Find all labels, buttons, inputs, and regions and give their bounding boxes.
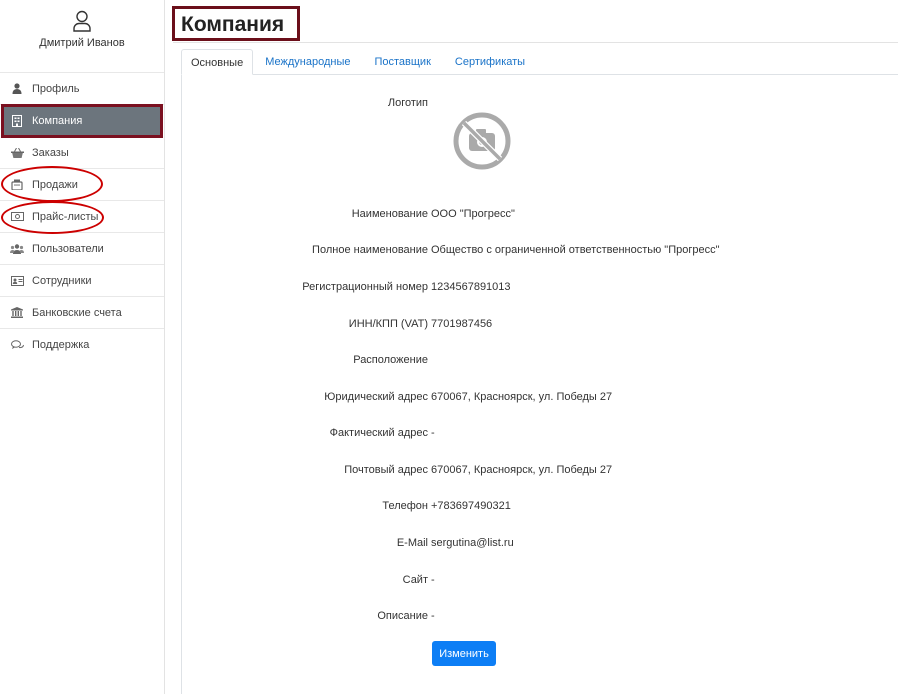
field-label: E-Mail: [396, 537, 428, 549]
field-value: ООО "Прогресс": [431, 208, 515, 220]
sidebar-item-users[interactable]: Пользователи: [0, 233, 164, 265]
sidebar-item-price-lists[interactable]: Прайс-листы: [0, 201, 164, 234]
tab-general[interactable]: Основные: [181, 49, 254, 75]
tab-international[interactable]: Международные: [253, 49, 362, 75]
field-label: Сайт: [402, 574, 428, 586]
sidebar-item-label: Заказы: [32, 146, 69, 159]
field-logo: Логотип: [182, 97, 898, 113]
user-name: Дмитрий Иванов: [39, 37, 125, 49]
field-label: ИНН/КПП (VAT): [348, 318, 428, 330]
sidebar-item-label: Профиль: [32, 82, 80, 95]
page-title: Компания: [172, 6, 300, 41]
field-value: +783697490321: [431, 500, 511, 512]
field-value: -: [431, 427, 435, 439]
field-label: Телефон: [382, 500, 428, 512]
sidebar-item-label: Продажи: [32, 178, 78, 191]
field-label: Полное наименование: [312, 244, 428, 256]
field-inn: ИНН/КПП (VAT) 7701987456: [182, 318, 898, 334]
tab-certificates[interactable]: Сертификаты: [443, 49, 537, 75]
sidebar: Дмитрий Иванов Профиль Компания Заказы П…: [0, 0, 165, 694]
tab-panel: Логотип Наименование ООО "Прогресс" Полн…: [181, 74, 898, 694]
divider: [173, 42, 898, 43]
field-value: -: [431, 574, 435, 586]
field-value: Общество с ограниченной ответственностью…: [431, 244, 720, 256]
field-phone: Телефон +783697490321: [182, 500, 898, 516]
sidebar-item-support[interactable]: Поддержка: [0, 329, 164, 361]
field-name: Наименование ООО "Прогресс": [182, 208, 898, 224]
edit-button[interactable]: Изменить: [432, 641, 496, 666]
id-card-icon: [10, 275, 24, 287]
bank-icon: [10, 307, 24, 319]
sidebar-item-label: Поддержка: [32, 339, 90, 351]
main-content: Компания Основные Международные Поставщи…: [165, 0, 898, 694]
field-email: E-Mail sergutina@list.ru: [182, 537, 898, 553]
sidebar-menu: Профиль Компания Заказы Продажи Прайс-ли…: [0, 73, 164, 361]
sidebar-item-label: Пользователи: [32, 242, 104, 255]
field-value: 7701987456: [431, 318, 493, 330]
field-actual-address: Фактический адрес -: [182, 427, 898, 443]
no-photo-icon: [453, 112, 511, 170]
sidebar-item-label: Банковские счета: [32, 306, 122, 319]
tab-supplier[interactable]: Поставщик: [362, 49, 442, 75]
user-block: Дмитрий Иванов: [0, 10, 164, 73]
field-postal-address: Почтовый адрес 670067, Красноярск, ул. П…: [182, 464, 898, 480]
sidebar-item-profile[interactable]: Профиль: [0, 73, 164, 105]
field-value: sergutina@list.ru: [431, 537, 514, 549]
field-value: 1234567891013: [431, 281, 511, 293]
basket-icon: [10, 147, 24, 159]
field-label: Логотип: [387, 97, 428, 109]
user-icon: [73, 10, 91, 32]
sidebar-item-label: Прайс-листы: [32, 210, 99, 223]
building-icon: [10, 114, 24, 127]
field-location: Расположение: [182, 354, 898, 370]
field-label: Регистрационный номер: [302, 281, 428, 293]
cash-register-icon: [10, 179, 24, 191]
field-value: 670067, Красноярск, ул. Победы 27: [431, 391, 613, 403]
field-label: Описание: [377, 610, 428, 622]
field-label: Фактический адрес: [329, 427, 428, 439]
field-reg-number: Регистрационный номер 1234567891013: [182, 281, 898, 297]
field-full-name: Полное наименование Общество с ограничен…: [182, 244, 898, 260]
field-description: Описание -: [182, 610, 898, 626]
sidebar-item-label: Компания: [32, 114, 83, 127]
field-label: Почтовый адрес: [344, 464, 428, 476]
field-value: -: [431, 610, 435, 622]
comments-icon: [10, 339, 24, 351]
sidebar-item-bank-accounts[interactable]: Банковские счета: [0, 297, 164, 329]
sidebar-item-orders[interactable]: Заказы: [0, 137, 164, 169]
field-label: Наименование: [351, 208, 428, 220]
sidebar-item-company[interactable]: Компания: [1, 104, 163, 138]
field-site: Сайт -: [182, 574, 898, 590]
sidebar-item-employees[interactable]: Сотрудники: [0, 265, 164, 297]
field-value: 670067, Красноярск, ул. Победы 27: [431, 464, 613, 476]
tab-bar: Основные Международные Поставщик Сертифи…: [181, 49, 537, 75]
field-label: Юридический адрес: [324, 391, 428, 403]
person-icon: [10, 83, 24, 95]
users-icon: [10, 243, 24, 255]
sidebar-item-sales[interactable]: Продажи: [0, 166, 164, 202]
sidebar-item-label: Сотрудники: [32, 274, 92, 287]
field-legal-address: Юридический адрес 670067, Красноярск, ул…: [182, 391, 898, 407]
field-label: Расположение: [353, 354, 428, 366]
money-bill-icon: [10, 211, 24, 223]
